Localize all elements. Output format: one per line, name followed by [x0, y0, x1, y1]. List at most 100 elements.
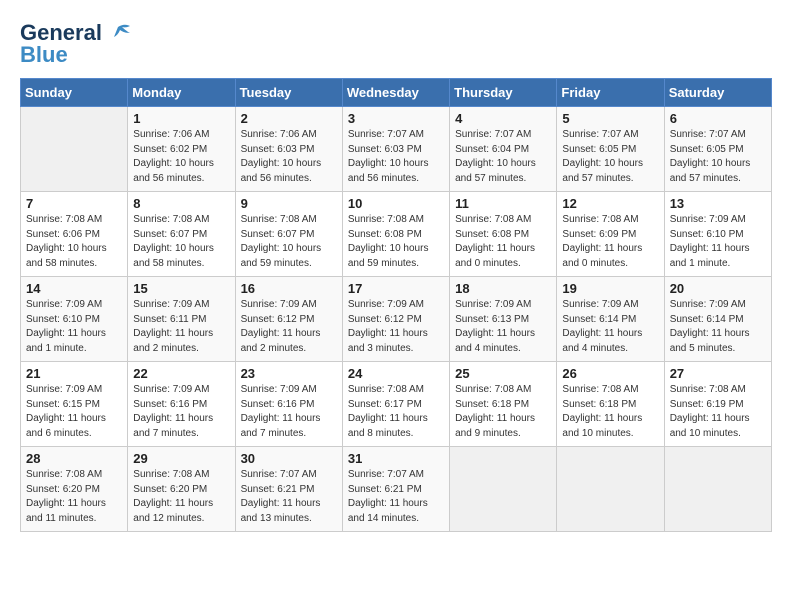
day-number: 3: [348, 111, 444, 126]
day-number: 9: [241, 196, 337, 211]
day-info: Sunrise: 7:09 AM Sunset: 6:10 PM Dayligh…: [670, 213, 766, 271]
day-number: 23: [241, 366, 337, 381]
day-number: 10: [348, 196, 444, 211]
day-number: 29: [133, 451, 229, 466]
week-row-3: 14 Sunrise: 7:09 AM Sunset: 6:10 PM Dayli…: [21, 277, 772, 362]
day-number: 8: [133, 196, 229, 211]
day-cell: [557, 447, 664, 532]
day-number: 27: [670, 366, 766, 381]
day-number: 6: [670, 111, 766, 126]
day-cell: 6 Sunrise: 7:07 AM Sunset: 6:05 PM Daylig…: [664, 107, 771, 192]
header-cell-monday: Monday: [128, 79, 235, 107]
day-info: Sunrise: 7:07 AM Sunset: 6:05 PM Dayligh…: [670, 128, 766, 186]
day-cell: 28 Sunrise: 7:08 AM Sunset: 6:20 PM Dayli…: [21, 447, 128, 532]
header-row: SundayMondayTuesdayWednesdayThursdayFrid…: [21, 79, 772, 107]
week-row-5: 28 Sunrise: 7:08 AM Sunset: 6:20 PM Dayli…: [21, 447, 772, 532]
week-row-4: 21Sunrise: 7:09 AM Sunset: 6:15 PM Dayli…: [21, 362, 772, 447]
day-info: Sunrise: 7:06 AM Sunset: 6:03 PM Dayligh…: [241, 128, 337, 186]
day-cell: 18 Sunrise: 7:09 AM Sunset: 6:13 PM Dayli…: [450, 277, 557, 362]
day-cell: 22 Sunrise: 7:09 AM Sunset: 6:16 PM Dayli…: [128, 362, 235, 447]
day-cell: 29Sunrise: 7:08 AM Sunset: 6:20 PM Dayli…: [128, 447, 235, 532]
header-cell-sunday: Sunday: [21, 79, 128, 107]
logo: General Blue: [20, 20, 132, 68]
header-cell-wednesday: Wednesday: [342, 79, 449, 107]
day-cell: 3 Sunrise: 7:07 AM Sunset: 6:03 PM Daylig…: [342, 107, 449, 192]
day-cell: 21Sunrise: 7:09 AM Sunset: 6:15 PM Dayli…: [21, 362, 128, 447]
day-cell: 13 Sunrise: 7:09 AM Sunset: 6:10 PM Dayli…: [664, 192, 771, 277]
day-number: 17: [348, 281, 444, 296]
day-info: Sunrise: 7:07 AM Sunset: 6:21 PM Dayligh…: [241, 468, 337, 526]
page-header: General Blue: [20, 20, 772, 68]
day-info: Sunrise: 7:08 AM Sunset: 6:06 PM Dayligh…: [26, 213, 122, 271]
logo-line2: Blue: [20, 42, 68, 68]
day-cell: 1Sunrise: 7:06 AM Sunset: 6:02 PM Daylig…: [128, 107, 235, 192]
day-number: 4: [455, 111, 551, 126]
day-info: Sunrise: 7:08 AM Sunset: 6:08 PM Dayligh…: [348, 213, 444, 271]
day-number: 24: [348, 366, 444, 381]
day-cell: 25 Sunrise: 7:08 AM Sunset: 6:18 PM Dayli…: [450, 362, 557, 447]
day-cell: 15 Sunrise: 7:09 AM Sunset: 6:11 PM Dayli…: [128, 277, 235, 362]
day-info: Sunrise: 7:09 AM Sunset: 6:13 PM Dayligh…: [455, 298, 551, 356]
day-cell: [664, 447, 771, 532]
day-number: 19: [562, 281, 658, 296]
logo-bird-icon: [104, 23, 132, 43]
day-cell: 10 Sunrise: 7:08 AM Sunset: 6:08 PM Dayli…: [342, 192, 449, 277]
day-info: Sunrise: 7:09 AM Sunset: 6:12 PM Dayligh…: [241, 298, 337, 356]
day-number: 18: [455, 281, 551, 296]
day-number: 2: [241, 111, 337, 126]
day-info: Sunrise: 7:09 AM Sunset: 6:16 PM Dayligh…: [133, 383, 229, 441]
day-cell: 30 Sunrise: 7:07 AM Sunset: 6:21 PM Dayli…: [235, 447, 342, 532]
day-cell: 24 Sunrise: 7:08 AM Sunset: 6:17 PM Dayli…: [342, 362, 449, 447]
day-cell: [450, 447, 557, 532]
day-number: 15: [133, 281, 229, 296]
day-info: Sunrise: 7:09 AM Sunset: 6:12 PM Dayligh…: [348, 298, 444, 356]
header-cell-saturday: Saturday: [664, 79, 771, 107]
day-cell: 9 Sunrise: 7:08 AM Sunset: 6:07 PM Daylig…: [235, 192, 342, 277]
day-info: Sunrise: 7:09 AM Sunset: 6:14 PM Dayligh…: [562, 298, 658, 356]
header-cell-tuesday: Tuesday: [235, 79, 342, 107]
day-cell: 2 Sunrise: 7:06 AM Sunset: 6:03 PM Daylig…: [235, 107, 342, 192]
day-info: Sunrise: 7:09 AM Sunset: 6:16 PM Dayligh…: [241, 383, 337, 441]
day-number: 21: [26, 366, 122, 381]
day-cell: 12 Sunrise: 7:08 AM Sunset: 6:09 PM Dayli…: [557, 192, 664, 277]
day-number: 25: [455, 366, 551, 381]
day-info: Sunrise: 7:07 AM Sunset: 6:05 PM Dayligh…: [562, 128, 658, 186]
week-row-2: 7Sunrise: 7:08 AM Sunset: 6:06 PM Daylig…: [21, 192, 772, 277]
day-number: 28: [26, 451, 122, 466]
day-cell: 5 Sunrise: 7:07 AM Sunset: 6:05 PM Daylig…: [557, 107, 664, 192]
day-number: 30: [241, 451, 337, 466]
day-cell: 8 Sunrise: 7:08 AM Sunset: 6:07 PM Daylig…: [128, 192, 235, 277]
day-cell: 17 Sunrise: 7:09 AM Sunset: 6:12 PM Dayli…: [342, 277, 449, 362]
day-info: Sunrise: 7:08 AM Sunset: 6:19 PM Dayligh…: [670, 383, 766, 441]
day-cell: 26Sunrise: 7:08 AM Sunset: 6:18 PM Dayli…: [557, 362, 664, 447]
day-number: 22: [133, 366, 229, 381]
day-info: Sunrise: 7:06 AM Sunset: 6:02 PM Dayligh…: [133, 128, 229, 186]
day-cell: 19 Sunrise: 7:09 AM Sunset: 6:14 PM Dayli…: [557, 277, 664, 362]
day-cell: 4 Sunrise: 7:07 AM Sunset: 6:04 PM Daylig…: [450, 107, 557, 192]
day-number: 26: [562, 366, 658, 381]
day-info: Sunrise: 7:07 AM Sunset: 6:03 PM Dayligh…: [348, 128, 444, 186]
day-cell: 7Sunrise: 7:08 AM Sunset: 6:06 PM Daylig…: [21, 192, 128, 277]
day-cell: [21, 107, 128, 192]
day-number: 14: [26, 281, 122, 296]
day-info: Sunrise: 7:08 AM Sunset: 6:20 PM Dayligh…: [26, 468, 122, 526]
day-number: 12: [562, 196, 658, 211]
day-info: Sunrise: 7:08 AM Sunset: 6:09 PM Dayligh…: [562, 213, 658, 271]
day-info: Sunrise: 7:08 AM Sunset: 6:07 PM Dayligh…: [241, 213, 337, 271]
day-info: Sunrise: 7:08 AM Sunset: 6:17 PM Dayligh…: [348, 383, 444, 441]
day-info: Sunrise: 7:09 AM Sunset: 6:10 PM Dayligh…: [26, 298, 122, 356]
day-info: Sunrise: 7:09 AM Sunset: 6:11 PM Dayligh…: [133, 298, 229, 356]
day-cell: 11Sunrise: 7:08 AM Sunset: 6:08 PM Dayli…: [450, 192, 557, 277]
day-info: Sunrise: 7:08 AM Sunset: 6:07 PM Dayligh…: [133, 213, 229, 271]
day-cell: 31Sunrise: 7:07 AM Sunset: 6:21 PM Dayli…: [342, 447, 449, 532]
header-cell-thursday: Thursday: [450, 79, 557, 107]
day-info: Sunrise: 7:08 AM Sunset: 6:08 PM Dayligh…: [455, 213, 551, 271]
day-number: 5: [562, 111, 658, 126]
day-info: Sunrise: 7:07 AM Sunset: 6:21 PM Dayligh…: [348, 468, 444, 526]
day-info: Sunrise: 7:07 AM Sunset: 6:04 PM Dayligh…: [455, 128, 551, 186]
day-cell: 16Sunrise: 7:09 AM Sunset: 6:12 PM Dayli…: [235, 277, 342, 362]
day-number: 13: [670, 196, 766, 211]
day-info: Sunrise: 7:08 AM Sunset: 6:18 PM Dayligh…: [455, 383, 551, 441]
day-cell: 20Sunrise: 7:09 AM Sunset: 6:14 PM Dayli…: [664, 277, 771, 362]
day-cell: 23 Sunrise: 7:09 AM Sunset: 6:16 PM Dayli…: [235, 362, 342, 447]
